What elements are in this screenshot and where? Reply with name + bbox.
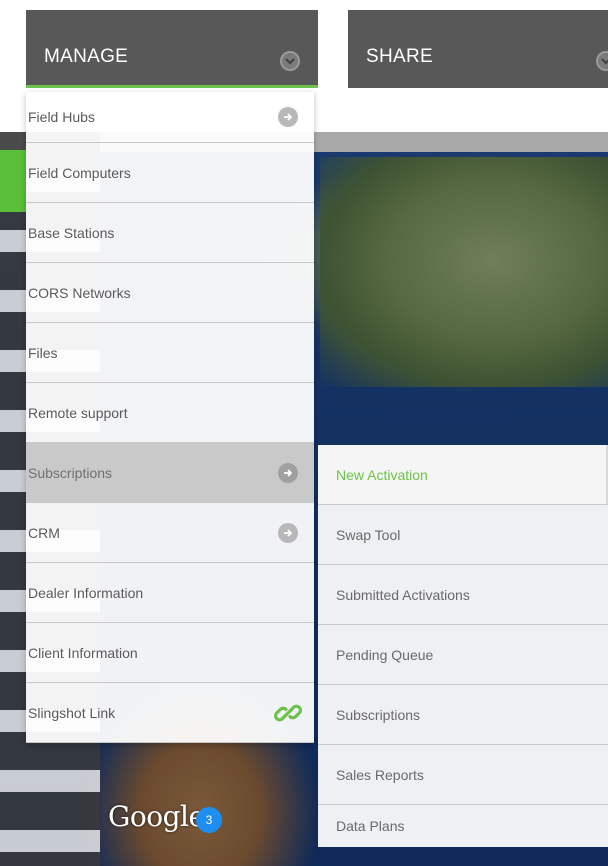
menu-item-label: CORS Networks <box>28 284 131 301</box>
menu-item-dealer-information[interactable]: Dealer Information <box>26 563 314 623</box>
menu-item-label: Dealer Information <box>28 584 144 601</box>
share-label: SHARE <box>366 46 433 67</box>
submenu-item-pending-queue[interactable]: Pending Queue <box>318 625 608 685</box>
chevron-down-circle-icon <box>280 51 300 71</box>
menu-item-files[interactable]: Files <box>26 323 314 383</box>
submenu-item-data-plans[interactable]: Data Plans <box>318 805 608 847</box>
arrow-right-circle-icon <box>278 462 298 483</box>
menu-item-crm[interactable]: CRM <box>26 503 314 563</box>
subscriptions-submenu: New Activation Swap Tool Submitted Activ… <box>318 445 608 847</box>
manage-menu-button[interactable]: MANAGE <box>26 10 318 88</box>
google-logo: Google <box>108 800 205 833</box>
arrow-right-circle-icon <box>278 107 298 127</box>
arrow-right-circle-icon <box>278 522 298 543</box>
menu-item-base-stations[interactable]: Base Stations <box>26 203 314 263</box>
submenu-item-subscriptions[interactable]: Subscriptions <box>318 685 608 745</box>
link-icon <box>274 699 302 730</box>
menu-item-remote-support[interactable]: Remote support <box>26 383 314 443</box>
background-green-tab <box>0 150 26 212</box>
menu-item-slingshot-link[interactable]: Slingshot Link <box>26 683 314 743</box>
submenu-item-submitted-activations[interactable]: Submitted Activations <box>318 565 608 625</box>
menu-item-cors-networks[interactable]: CORS Networks <box>26 263 314 323</box>
map-cluster-marker[interactable]: 3 <box>196 807 222 833</box>
submenu-item-new-activation[interactable]: New Activation <box>318 445 608 505</box>
share-menu-button[interactable]: SHARE <box>348 10 608 88</box>
menu-item-label: Remote support <box>28 404 128 421</box>
submenu-item-swap-tool[interactable]: Swap Tool <box>318 505 608 565</box>
manage-label: MANAGE <box>44 46 129 67</box>
menu-item-label: CRM <box>28 524 60 541</box>
menu-item-client-information[interactable]: Client Information <box>26 623 314 683</box>
chevron-down-circle-icon <box>596 51 608 71</box>
menu-item-label: Files <box>28 344 58 361</box>
menu-item-label: Field Computers <box>28 164 131 181</box>
menu-item-label: Slingshot Link <box>28 704 116 721</box>
menu-item-label: Base Stations <box>28 224 115 241</box>
manage-dropdown: Field Hubs Field Computers Base Stations… <box>26 92 314 743</box>
menu-item-label: Client Information <box>28 644 138 661</box>
menu-item-label: Field Hubs <box>28 109 95 125</box>
menu-item-label: Subscriptions <box>28 464 113 481</box>
alaska-landmass <box>320 157 608 387</box>
menu-item-field-computers[interactable]: Field Computers <box>26 143 314 203</box>
menu-item-subscriptions[interactable]: Subscriptions <box>26 443 314 503</box>
menu-item-field-hubs[interactable]: Field Hubs <box>26 92 314 143</box>
submenu-item-sales-reports[interactable]: Sales Reports <box>318 745 608 805</box>
